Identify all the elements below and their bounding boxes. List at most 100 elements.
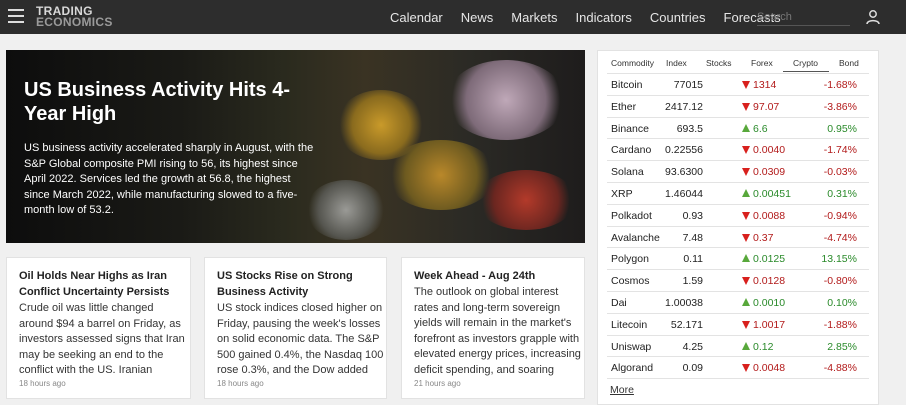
news-card-time: 18 hours ago (217, 379, 264, 388)
hero-summary: US business activity accelerated sharply… (24, 142, 314, 216)
table-row[interactable]: Cosmos 1.59 0.0128 -0.80% (607, 270, 869, 292)
crypto-name: Cosmos (611, 275, 650, 288)
arrow-up-icon (742, 123, 750, 132)
crypto-change: 0.0309 (753, 166, 786, 179)
news-card-title[interactable]: Oil Holds Near Highs as Iran Conflict Un… (19, 269, 189, 300)
crypto-price: 4.25 (682, 340, 703, 353)
table-row[interactable]: Uniswap 4.25 0.12 2.85% (607, 336, 869, 358)
crypto-quotes-table: Bitcoin 77015 1314 -1.68% Ether 2417.12 97.07 -… (607, 73, 869, 380)
crypto-name: XRP (611, 187, 633, 200)
crypto-change-percent: -0.80% (823, 275, 857, 288)
hero-banner[interactable]: US Business Activity Hits 4-Year High US… (6, 50, 585, 243)
table-row[interactable]: XRP 1.46044 0.00451 0.31% (607, 183, 869, 205)
arrow-up-icon (742, 188, 750, 197)
table-row[interactable]: Cardano 0.22556 0.0040 -1.74% (607, 139, 869, 162)
crypto-change-percent: 13.15% (821, 253, 857, 266)
crypto-change-percent: 2.85% (827, 340, 857, 353)
table-row[interactable]: Litecoin 52.171 1.0017 -1.88% (607, 314, 869, 336)
crypto-change-percent: -3.86% (823, 100, 857, 113)
crypto-change: 97.07 (753, 100, 780, 113)
crypto-change-percent: -4.88% (823, 362, 857, 375)
news-card-title[interactable]: Week Ahead - Aug 24th (414, 269, 584, 285)
markets-panel: Commodity Index Stocks Forex Crypto Bond… (597, 50, 879, 405)
user-icon[interactable] (865, 9, 881, 25)
crypto-change: 0.12 (753, 340, 774, 353)
tab-index[interactable]: Index (666, 58, 687, 68)
crypto-price: 0.22556 (665, 144, 703, 157)
crypto-change: 0.0010 (753, 296, 786, 309)
arrow-down-icon (742, 211, 750, 220)
arrow-down-icon (742, 102, 750, 111)
table-row[interactable]: Polygon 0.11 0.0125 13.15% (607, 248, 869, 271)
hero-flowers-decoration (476, 170, 576, 230)
table-row[interactable]: Avalanche 7.48 0.37 -4.74% (607, 227, 869, 249)
crypto-price: 52.171 (670, 318, 703, 331)
news-card[interactable]: Oil Holds Near Highs as Iran Conflict Un… (6, 257, 191, 399)
tab-commodity[interactable]: Commodity (611, 58, 654, 68)
crypto-name: Ether (611, 100, 637, 113)
table-row[interactable]: Algorand 0.09 0.0048 -4.88% (607, 357, 869, 380)
arrow-down-icon (742, 146, 750, 155)
arrow-down-icon (742, 168, 750, 177)
arrow-down-icon (742, 233, 750, 242)
crypto-name: Uniswap (611, 340, 652, 353)
market-tabs: Commodity Index Stocks Forex Crypto Bond (598, 58, 880, 72)
news-card[interactable]: US Stocks Rise on Strong Business Activi… (204, 257, 387, 399)
crypto-change: 1.0017 (753, 318, 786, 331)
arrow-up-icon (742, 254, 750, 263)
table-row[interactable]: Bitcoin 77015 1314 -1.68% (607, 74, 869, 96)
nav-markets[interactable]: Markets (511, 10, 557, 25)
news-card-title[interactable]: US Stocks Rise on Strong Business Activi… (217, 269, 387, 300)
news-card[interactable]: Week Ahead - Aug 24th The outlook on glo… (401, 257, 585, 399)
main-nav: Calendar News Markets Indicators Countri… (390, 0, 799, 34)
hero-headline[interactable]: US Business Activity Hits 4-Year High (24, 78, 324, 126)
nav-news[interactable]: News (461, 10, 494, 25)
menu-icon[interactable] (8, 9, 24, 23)
nav-indicators[interactable]: Indicators (576, 10, 632, 25)
table-row[interactable]: Dai 1.00038 0.0010 0.10% (607, 292, 869, 314)
news-card-body: Crude oil was little changed around $94 … (19, 302, 185, 376)
crypto-change-percent: 0.95% (827, 122, 857, 135)
crypto-name: Binance (611, 122, 649, 135)
news-card-body: The outlook on global interest rates and… (414, 286, 581, 376)
crypto-price: 7.48 (682, 231, 703, 244)
crypto-change-percent: 0.31% (827, 187, 857, 200)
more-link[interactable]: More (610, 384, 634, 396)
crypto-name: Algorand (611, 362, 654, 375)
crypto-price: 0.11 (683, 253, 703, 266)
crypto-price: 0.93 (682, 209, 703, 222)
search-input[interactable] (757, 8, 850, 26)
logo-line-2: ECONOMICS (36, 15, 113, 29)
crypto-price: 77015 (673, 79, 703, 91)
crypto-change-percent: -0.94% (823, 209, 857, 222)
crypto-change: 0.00451 (753, 187, 791, 200)
crypto-name: Polygon (611, 253, 649, 266)
table-row[interactable]: Polkadot 0.93 0.0088 -0.94% (607, 205, 869, 227)
tab-stocks[interactable]: Stocks (706, 58, 732, 68)
crypto-change: 0.0128 (753, 275, 786, 288)
crypto-change: 0.37 (753, 231, 774, 244)
crypto-price: 1.46044 (665, 187, 703, 200)
crypto-name: Cardano (611, 144, 652, 157)
crypto-change-percent: -4.74% (823, 231, 857, 244)
crypto-price: 693.5 (676, 122, 703, 135)
tab-bond[interactable]: Bond (839, 58, 859, 68)
news-card-time: 18 hours ago (19, 379, 66, 388)
crypto-change: 6.6 (753, 122, 768, 135)
arrow-up-icon (742, 297, 750, 306)
crypto-name: Solana (611, 166, 644, 179)
crypto-change: 0.0040 (753, 144, 786, 157)
tab-crypto[interactable]: Crypto (783, 58, 830, 72)
logo[interactable]: TRADING ECONOMICS (36, 5, 113, 29)
nav-calendar[interactable]: Calendar (390, 10, 443, 25)
hero-flowers-decoration (306, 180, 386, 240)
arrow-down-icon (742, 277, 750, 286)
crypto-change-percent: -1.88% (823, 318, 857, 331)
table-row[interactable]: Ether 2417.12 97.07 -3.86% (607, 96, 869, 118)
crypto-change-percent: 0.10% (827, 296, 857, 309)
nav-countries[interactable]: Countries (650, 10, 706, 25)
tab-forex[interactable]: Forex (751, 58, 773, 68)
crypto-price: 1.00038 (665, 296, 703, 309)
table-row[interactable]: Solana 93.6300 0.0309 -0.03% (607, 161, 869, 183)
table-row[interactable]: Binance 693.5 6.6 0.95% (607, 118, 869, 140)
